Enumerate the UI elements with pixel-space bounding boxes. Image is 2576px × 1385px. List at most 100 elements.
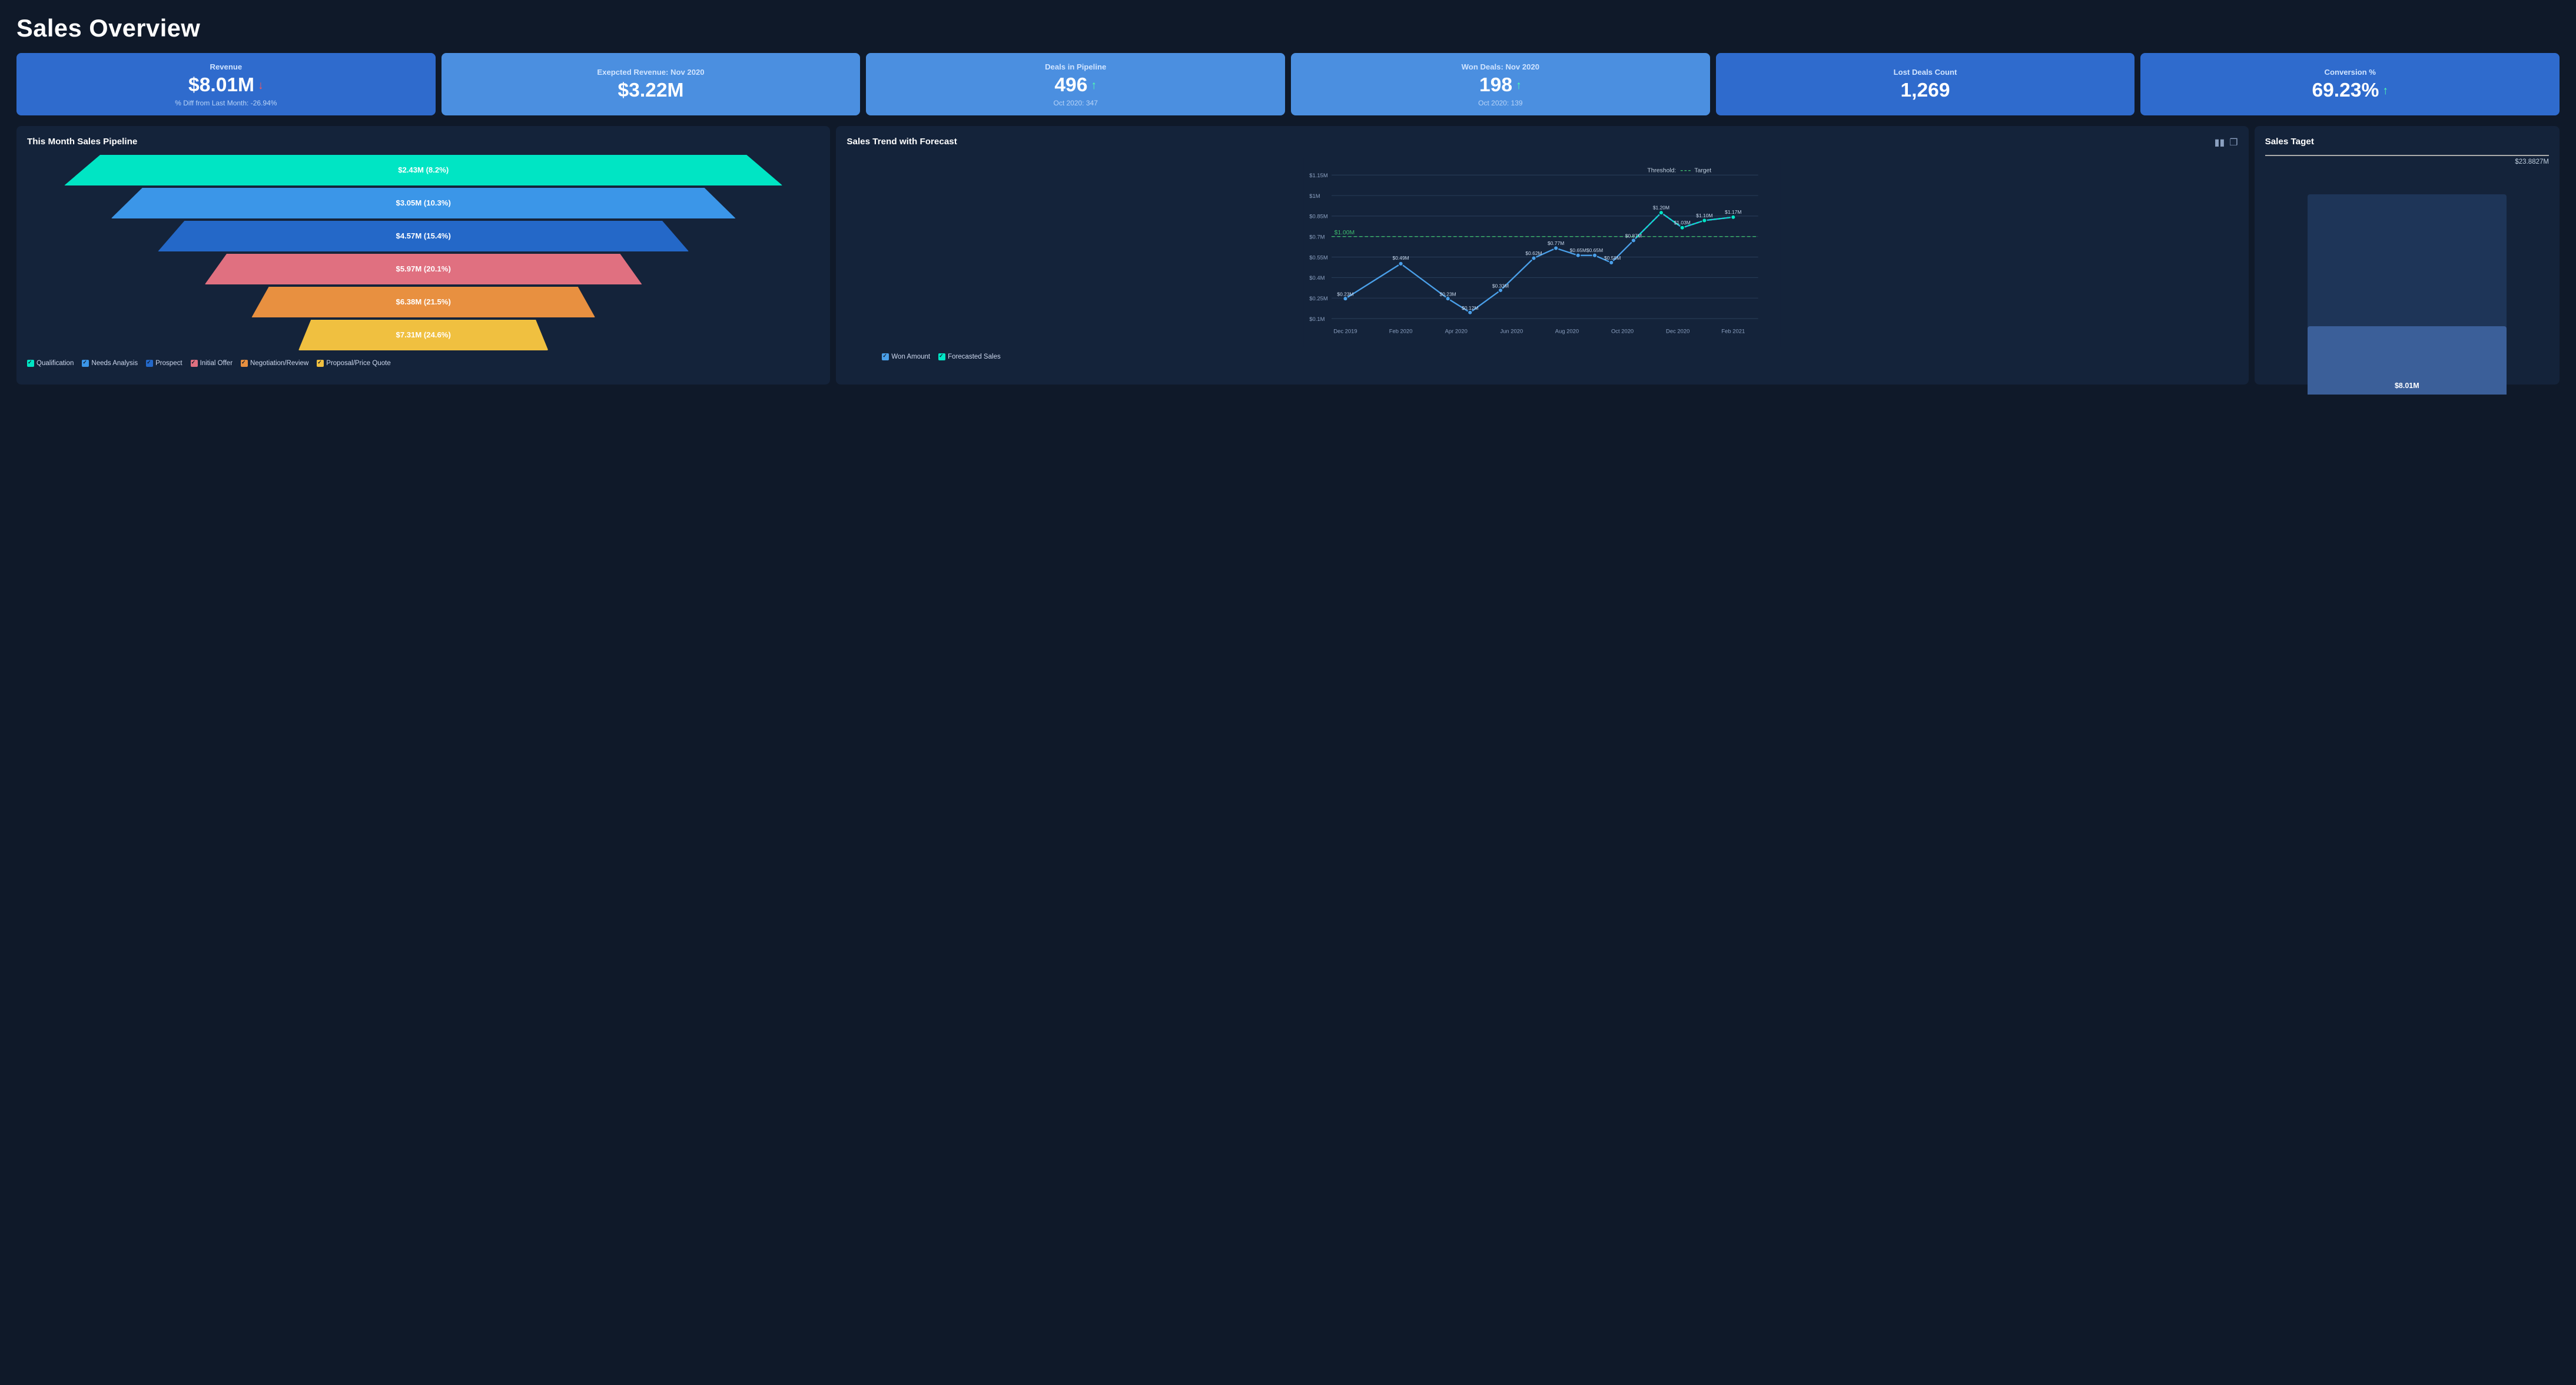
svg-text:$0.23M: $0.23M — [1337, 291, 1354, 297]
target-bar-value: $8.01M — [2395, 382, 2419, 390]
svg-text:$0.23M: $0.23M — [1440, 291, 1456, 297]
svg-text:Dec 2020: Dec 2020 — [1666, 327, 1689, 334]
target-line — [2265, 155, 2549, 156]
kpi-label-deals-pipeline: Deals in Pipeline — [877, 62, 1274, 71]
funnel-item-5: $7.31M (24.6%) — [298, 320, 548, 350]
legend-forecasted-sales: Forecasted Sales — [938, 353, 1001, 360]
funnel-item-1: $3.05M (10.3%) — [111, 188, 736, 218]
chart-header: Sales Trend with Forecast ▮▮ ❐ — [847, 137, 2238, 155]
svg-text:$0.65M: $0.65M — [1586, 247, 1603, 253]
trend-title: Sales Trend with Forecast — [847, 137, 957, 147]
svg-text:$0.4M: $0.4M — [1310, 274, 1325, 281]
svg-text:$0.85M: $0.85M — [1310, 213, 1329, 220]
svg-text:$0.55M: $0.55M — [1310, 254, 1329, 260]
legend-item-2: Prospect — [146, 360, 182, 367]
legend-item-4: Negotiation/Review — [241, 360, 308, 367]
kpi-sub-deals-pipeline: Oct 2020: 347 — [877, 99, 1274, 107]
target-title: Sales Taget — [2265, 137, 2549, 147]
legend-dot-3 — [191, 360, 198, 367]
svg-text:Dec 2019: Dec 2019 — [1334, 327, 1357, 334]
arrow-up-icon: ↑ — [1091, 79, 1097, 92]
legend-dot-5 — [317, 360, 324, 367]
svg-text:Jun 2020: Jun 2020 — [1501, 327, 1523, 334]
svg-text:$0.65M: $0.65M — [1570, 247, 1586, 253]
kpi-card-revenue: Revenue $8.01M ↓ % Diff from Last Month:… — [16, 53, 436, 115]
pipeline-legend: Qualification Needs Analysis Prospect Initi… — [27, 360, 819, 367]
svg-text:$0.1M: $0.1M — [1310, 316, 1325, 322]
svg-text:$0.62M: $0.62M — [1526, 250, 1542, 256]
kpi-sub-revenue: % Diff from Last Month: -26.94% — [27, 99, 425, 107]
page-title: Sales Overview — [16, 14, 2560, 42]
svg-text:$1.20M: $1.20M — [1653, 205, 1669, 211]
svg-text:$0.7M: $0.7M — [1310, 233, 1325, 240]
legend-item-3: Initial Offer — [191, 360, 233, 367]
legend-dot-4 — [241, 360, 248, 367]
legend-item-0: Qualification — [27, 360, 74, 367]
svg-text:Apr 2020: Apr 2020 — [1445, 327, 1468, 334]
target-panel: Sales Taget $23.8827M $8.01M — [2255, 126, 2560, 385]
svg-text:$1.00M: $1.00M — [1335, 230, 1355, 236]
svg-text:$1.15M: $1.15M — [1310, 172, 1329, 178]
arrow-up-icon-3: ↑ — [2382, 85, 2388, 97]
legend-dot-1 — [82, 360, 89, 367]
kpi-label-conversion: Conversion % — [2151, 68, 2549, 77]
target-bar-container: $8.01M — [2308, 176, 2507, 395]
legend-dot-0 — [27, 360, 34, 367]
legend-dot-2 — [146, 360, 153, 367]
svg-text:Feb 2020: Feb 2020 — [1389, 327, 1413, 334]
funnel-item-3: $5.97M (20.1%) — [205, 254, 642, 284]
kpi-card-lost-deals: Lost Deals Count 1,269 — [1716, 53, 2135, 115]
kpi-card-won-deals: Won Deals: Nov 2020 198 ↑ Oct 2020: 139 — [1291, 53, 1710, 115]
pipeline-panel: This Month Sales Pipeline $2.43M (8.2%)$… — [16, 126, 830, 385]
kpi-card-deals-pipeline: Deals in Pipeline 496 ↑ Oct 2020: 347 — [866, 53, 1285, 115]
kpi-value-revenue: $8.01M ↓ — [27, 75, 425, 97]
won-amount-dot — [882, 353, 889, 360]
kpi-value-deals-pipeline: 496 ↑ — [877, 75, 1274, 97]
svg-text:$1.10M: $1.10M — [1697, 213, 1713, 218]
kpi-value-lost-deals: 1,269 — [1727, 80, 2124, 102]
target-bar-outer: $8.01M — [2308, 194, 2507, 395]
svg-text:$0.25M: $0.25M — [1310, 295, 1329, 301]
funnel-container: $2.43M (8.2%)$3.05M (10.3%)$4.57M (15.4%… — [27, 155, 819, 350]
funnel-item-2: $4.57M (15.4%) — [158, 221, 689, 251]
chart-legend: Won Amount Forecasted Sales — [847, 353, 2238, 360]
svg-text:$0.87M: $0.87M — [1625, 233, 1642, 239]
kpi-value-conversion: 69.23% ↑ — [2151, 80, 2549, 102]
kpi-label-lost-deals: Lost Deals Count — [1727, 68, 2124, 77]
kpi-card-conversion: Conversion % 69.23% ↑ — [2140, 53, 2560, 115]
svg-text:$1.17M: $1.17M — [1725, 209, 1742, 215]
pipeline-title: This Month Sales Pipeline — [27, 137, 819, 147]
kpi-value-won-deals: 198 ↑ — [1302, 75, 1699, 97]
trend-panel: Sales Trend with Forecast ▮▮ ❐ $1.00M Th… — [836, 126, 2248, 385]
forecasted-sales-dot — [938, 353, 945, 360]
svg-text:Aug 2020: Aug 2020 — [1555, 327, 1579, 334]
expand-icon[interactable]: ❐ — [2229, 137, 2238, 148]
svg-text:$0.33M: $0.33M — [1492, 283, 1509, 289]
svg-text:$1M: $1M — [1310, 193, 1320, 199]
arrow-up-icon-2: ↑ — [1516, 79, 1522, 92]
funnel-item-0: $2.43M (8.2%) — [64, 155, 782, 185]
arrow-down-icon: ↓ — [258, 79, 264, 92]
funnel-item-4: $6.38M (21.5%) — [251, 287, 595, 317]
target-total-value: $23.8827M — [2265, 158, 2549, 165]
trend-chart-svg: $1.00M Threshold: Target $0.1M $0.25M $0… — [847, 158, 2238, 347]
legend-won-amount: Won Amount — [882, 353, 930, 360]
kpi-label-revenue: Revenue — [27, 62, 425, 71]
legend-item-1: Needs Analysis — [82, 360, 138, 367]
svg-text:$0.49M: $0.49M — [1393, 255, 1409, 261]
svg-text:$0.77M: $0.77M — [1548, 240, 1564, 246]
chart-icons: ▮▮ ❐ — [2215, 137, 2238, 148]
legend-item-5: Proposal/Price Quote — [317, 360, 390, 367]
bottom-row: This Month Sales Pipeline $2.43M (8.2%)$… — [16, 126, 2560, 385]
svg-text:Oct 2020: Oct 2020 — [1611, 327, 1634, 334]
kpi-row: Revenue $8.01M ↓ % Diff from Last Month:… — [16, 53, 2560, 115]
bar-chart-icon[interactable]: ▮▮ — [2215, 137, 2225, 148]
svg-text:$0.12M: $0.12M — [1462, 305, 1479, 311]
kpi-card-expected-revenue: Exepcted Revenue: Nov 2020 $3.22M — [441, 53, 861, 115]
svg-text:Threshold:: Threshold: — [1648, 167, 1677, 174]
svg-text:$1.03M: $1.03M — [1674, 220, 1691, 226]
kpi-label-won-deals: Won Deals: Nov 2020 — [1302, 62, 1699, 71]
svg-text:$0.58M: $0.58M — [1604, 255, 1621, 261]
svg-text:Target: Target — [1695, 167, 1712, 174]
kpi-value-expected-revenue: $3.22M — [452, 80, 850, 102]
